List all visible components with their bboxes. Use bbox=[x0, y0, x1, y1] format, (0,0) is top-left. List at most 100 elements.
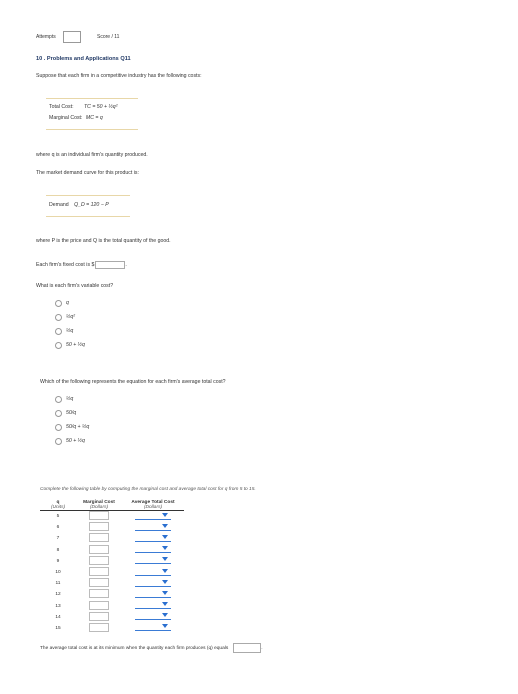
table-row: 14 bbox=[40, 611, 184, 623]
fixed-cost-input[interactable] bbox=[95, 261, 126, 269]
atc-option[interactable]: ½q bbox=[55, 392, 89, 406]
atc-dropdown[interactable] bbox=[135, 590, 171, 598]
table-row: 11 bbox=[40, 578, 184, 589]
chevron-down-icon bbox=[162, 579, 168, 584]
marginal-cost-input[interactable] bbox=[89, 600, 109, 610]
variable-cost-option[interactable]: 50 + ½q bbox=[55, 338, 85, 352]
marginal-cost-formula: MC = q bbox=[85, 115, 103, 121]
marginal-cost-input[interactable] bbox=[89, 511, 109, 521]
chevron-down-icon bbox=[162, 568, 168, 573]
radio-button[interactable] bbox=[55, 395, 62, 403]
attempts-label: Attempts bbox=[36, 34, 56, 40]
table-row: 7 bbox=[40, 533, 184, 544]
marginal-cost-input[interactable] bbox=[89, 578, 109, 588]
radio-button[interactable] bbox=[55, 341, 62, 349]
table-instructions: Complete the following table by computin… bbox=[40, 487, 256, 492]
cost-table: q Marginal Cost Average Total Cost (Unit… bbox=[40, 500, 184, 634]
question-intro: Suppose that each firm in a competitive … bbox=[36, 73, 202, 79]
marginal-cost-input[interactable] bbox=[89, 555, 109, 565]
cost-table-wrapper: q Marginal Cost Average Total Cost (Unit… bbox=[40, 500, 184, 634]
atc-dropdown[interactable] bbox=[135, 556, 171, 565]
chevron-down-icon bbox=[162, 590, 168, 595]
table-row: 12 bbox=[40, 589, 184, 600]
q-value: 6 bbox=[56, 525, 60, 531]
final-statement: The average total cost is at its minimum… bbox=[40, 645, 229, 651]
variable-cost-options: q ½q² ½q 50 + ½q bbox=[55, 296, 85, 352]
q-value: 14 bbox=[55, 614, 61, 620]
marginal-cost-input[interactable] bbox=[89, 567, 109, 577]
demand-formula: Q_D = 120 − P bbox=[74, 202, 109, 208]
chevron-down-icon bbox=[162, 613, 168, 618]
cost-formulas-box: Total Cost: TC = 50 + ½q² Marginal Cost:… bbox=[46, 98, 138, 130]
attempts-field bbox=[63, 31, 81, 43]
atc-dropdown[interactable] bbox=[135, 612, 171, 621]
radio-button[interactable] bbox=[55, 327, 62, 335]
table-row: 15 bbox=[40, 622, 184, 634]
atc-dropdown[interactable] bbox=[135, 534, 171, 542]
q-value: 13 bbox=[55, 603, 61, 609]
chevron-down-icon bbox=[162, 534, 168, 539]
where-p-text: where P is the price and Q is the total … bbox=[36, 238, 171, 244]
atc-dropdown[interactable] bbox=[135, 545, 171, 554]
fixed-cost-label: Each firm's fixed cost is $ bbox=[36, 262, 95, 268]
q-value: 7 bbox=[56, 536, 60, 542]
marginal-cost-input[interactable] bbox=[89, 533, 109, 543]
atc-dropdown[interactable] bbox=[135, 601, 171, 610]
marginal-cost-input[interactable] bbox=[89, 544, 109, 554]
q-value: 5 bbox=[56, 514, 60, 520]
total-cost-label: Total Cost: bbox=[49, 104, 74, 110]
chevron-down-icon bbox=[162, 512, 168, 517]
atc-option[interactable]: 50 + ½q bbox=[55, 434, 89, 448]
where-q-text: where q is an individual firm's quantity… bbox=[36, 152, 148, 158]
q-value: 15 bbox=[55, 625, 61, 631]
atc-dropdown[interactable] bbox=[135, 579, 171, 587]
table-row: 6 bbox=[40, 522, 184, 533]
radio-button[interactable] bbox=[55, 313, 62, 321]
atc-options: ½q 50/q 50/q + ½q 50 + ½q bbox=[55, 392, 89, 448]
atc-dropdown[interactable] bbox=[135, 623, 171, 632]
atc-question: Which of the following represents the eq… bbox=[40, 379, 226, 385]
marginal-cost-input[interactable] bbox=[89, 522, 109, 532]
variable-cost-option[interactable]: ½q bbox=[55, 324, 85, 338]
q-value: 12 bbox=[55, 592, 61, 598]
table-row: 9 bbox=[40, 555, 184, 567]
atc-dropdown[interactable] bbox=[135, 512, 171, 520]
radio-button[interactable] bbox=[55, 423, 62, 431]
atc-dropdown[interactable] bbox=[135, 568, 171, 576]
question-title: 10 . Problems and Applications Q11 bbox=[36, 56, 131, 62]
radio-button[interactable] bbox=[55, 437, 62, 445]
radio-button[interactable] bbox=[55, 299, 62, 307]
q-value: 9 bbox=[56, 558, 60, 564]
final-suffix: . bbox=[261, 645, 263, 651]
q-value: 8 bbox=[56, 547, 60, 553]
demand-label: Demand bbox=[49, 202, 69, 208]
q-value: 11 bbox=[55, 581, 61, 587]
atc-dropdown[interactable] bbox=[135, 523, 171, 531]
demand-formula-box: Demand Q_D = 120 − P bbox=[46, 195, 130, 217]
fixed-cost-suffix: . bbox=[125, 262, 127, 268]
marginal-cost-input[interactable] bbox=[89, 611, 109, 621]
market-demand-intro: The market demand curve for this product… bbox=[36, 170, 139, 176]
marginal-cost-input[interactable] bbox=[89, 622, 109, 632]
table-row: 13 bbox=[40, 600, 184, 612]
score-label: Score / 11 bbox=[97, 34, 120, 40]
fixed-cost-row: Each firm's fixed cost is $ . bbox=[36, 261, 127, 269]
q-value: 10 bbox=[55, 570, 61, 576]
chevron-down-icon bbox=[162, 557, 168, 562]
marginal-cost-input[interactable] bbox=[89, 589, 109, 599]
atc-option[interactable]: 50/q + ½q bbox=[55, 420, 89, 434]
chevron-down-icon bbox=[162, 523, 168, 528]
variable-cost-option[interactable]: q bbox=[55, 296, 85, 310]
atc-option[interactable]: 50/q bbox=[55, 406, 89, 420]
final-statement-row: The average total cost is at its minimum… bbox=[40, 643, 263, 653]
min-atc-quantity-input[interactable] bbox=[233, 643, 262, 653]
total-cost-formula: TC = 50 + ½q² bbox=[83, 104, 118, 110]
table-row: 8 bbox=[40, 544, 184, 556]
chevron-down-icon bbox=[162, 602, 168, 607]
variable-cost-question: What is each firm's variable cost? bbox=[36, 283, 114, 289]
table-row: 10 bbox=[40, 567, 184, 578]
chevron-down-icon bbox=[162, 624, 168, 629]
variable-cost-option[interactable]: ½q² bbox=[55, 310, 85, 324]
radio-button[interactable] bbox=[55, 409, 62, 417]
marginal-cost-label: Marginal Cost: bbox=[49, 115, 83, 121]
